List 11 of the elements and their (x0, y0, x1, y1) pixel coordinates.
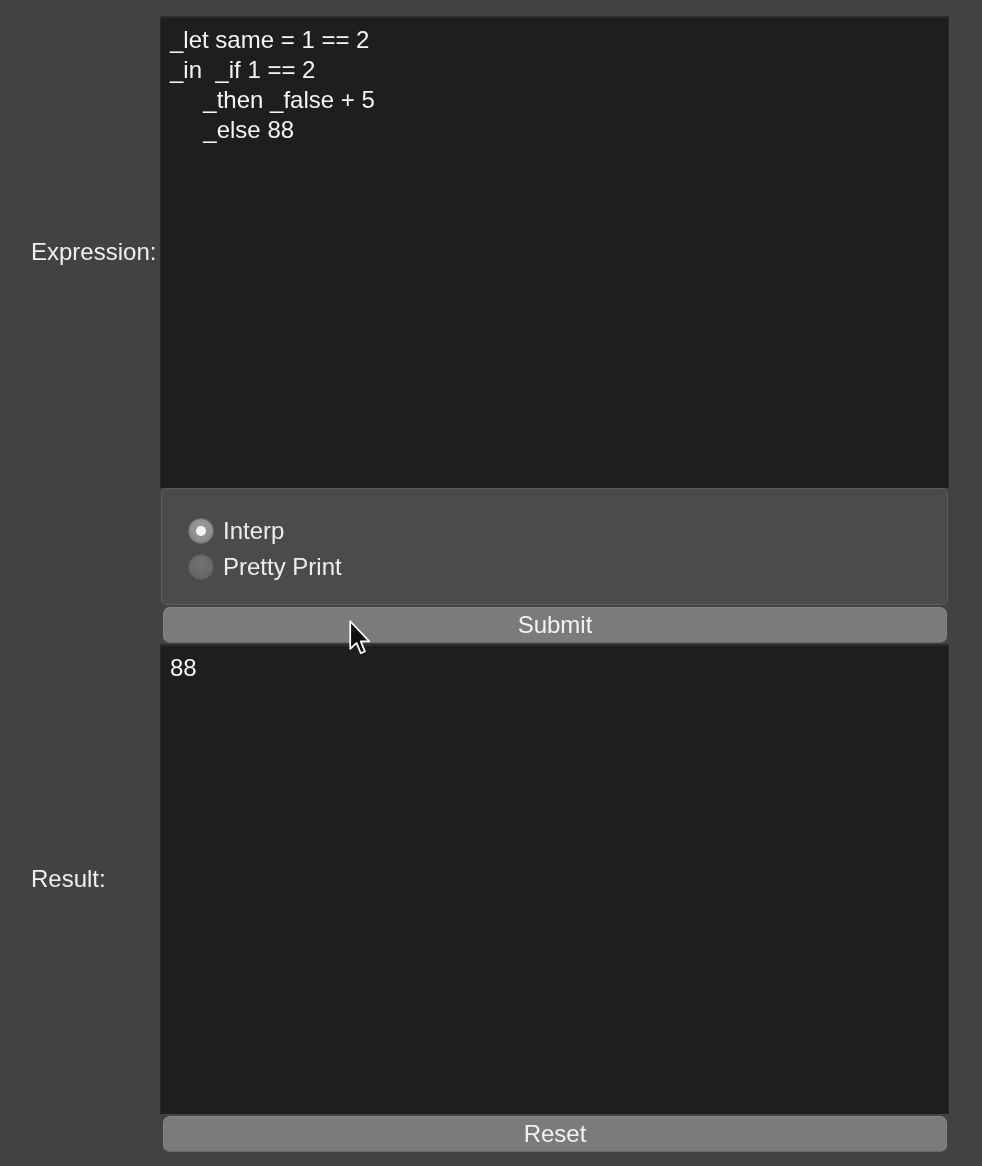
reset-button[interactable]: Reset (163, 1116, 947, 1152)
submit-button[interactable]: Submit (163, 607, 947, 643)
mouse-pointer-icon (349, 620, 371, 655)
field-label: Expression: (30, 240, 157, 264)
result-field[interactable]: 88 (160, 644, 949, 1114)
radio-button[interactable] (188, 518, 214, 544)
expression-field[interactable]: _let same = 1 == 2 _in _if 1 == 2 _then _false + 5 _else 88 (160, 16, 949, 488)
radio-label[interactable]: Interp (223, 519, 285, 543)
radio-button[interactable] (188, 554, 214, 580)
field-label: Result: (30, 867, 106, 891)
radio-label[interactable]: Pretty Print (223, 555, 342, 579)
